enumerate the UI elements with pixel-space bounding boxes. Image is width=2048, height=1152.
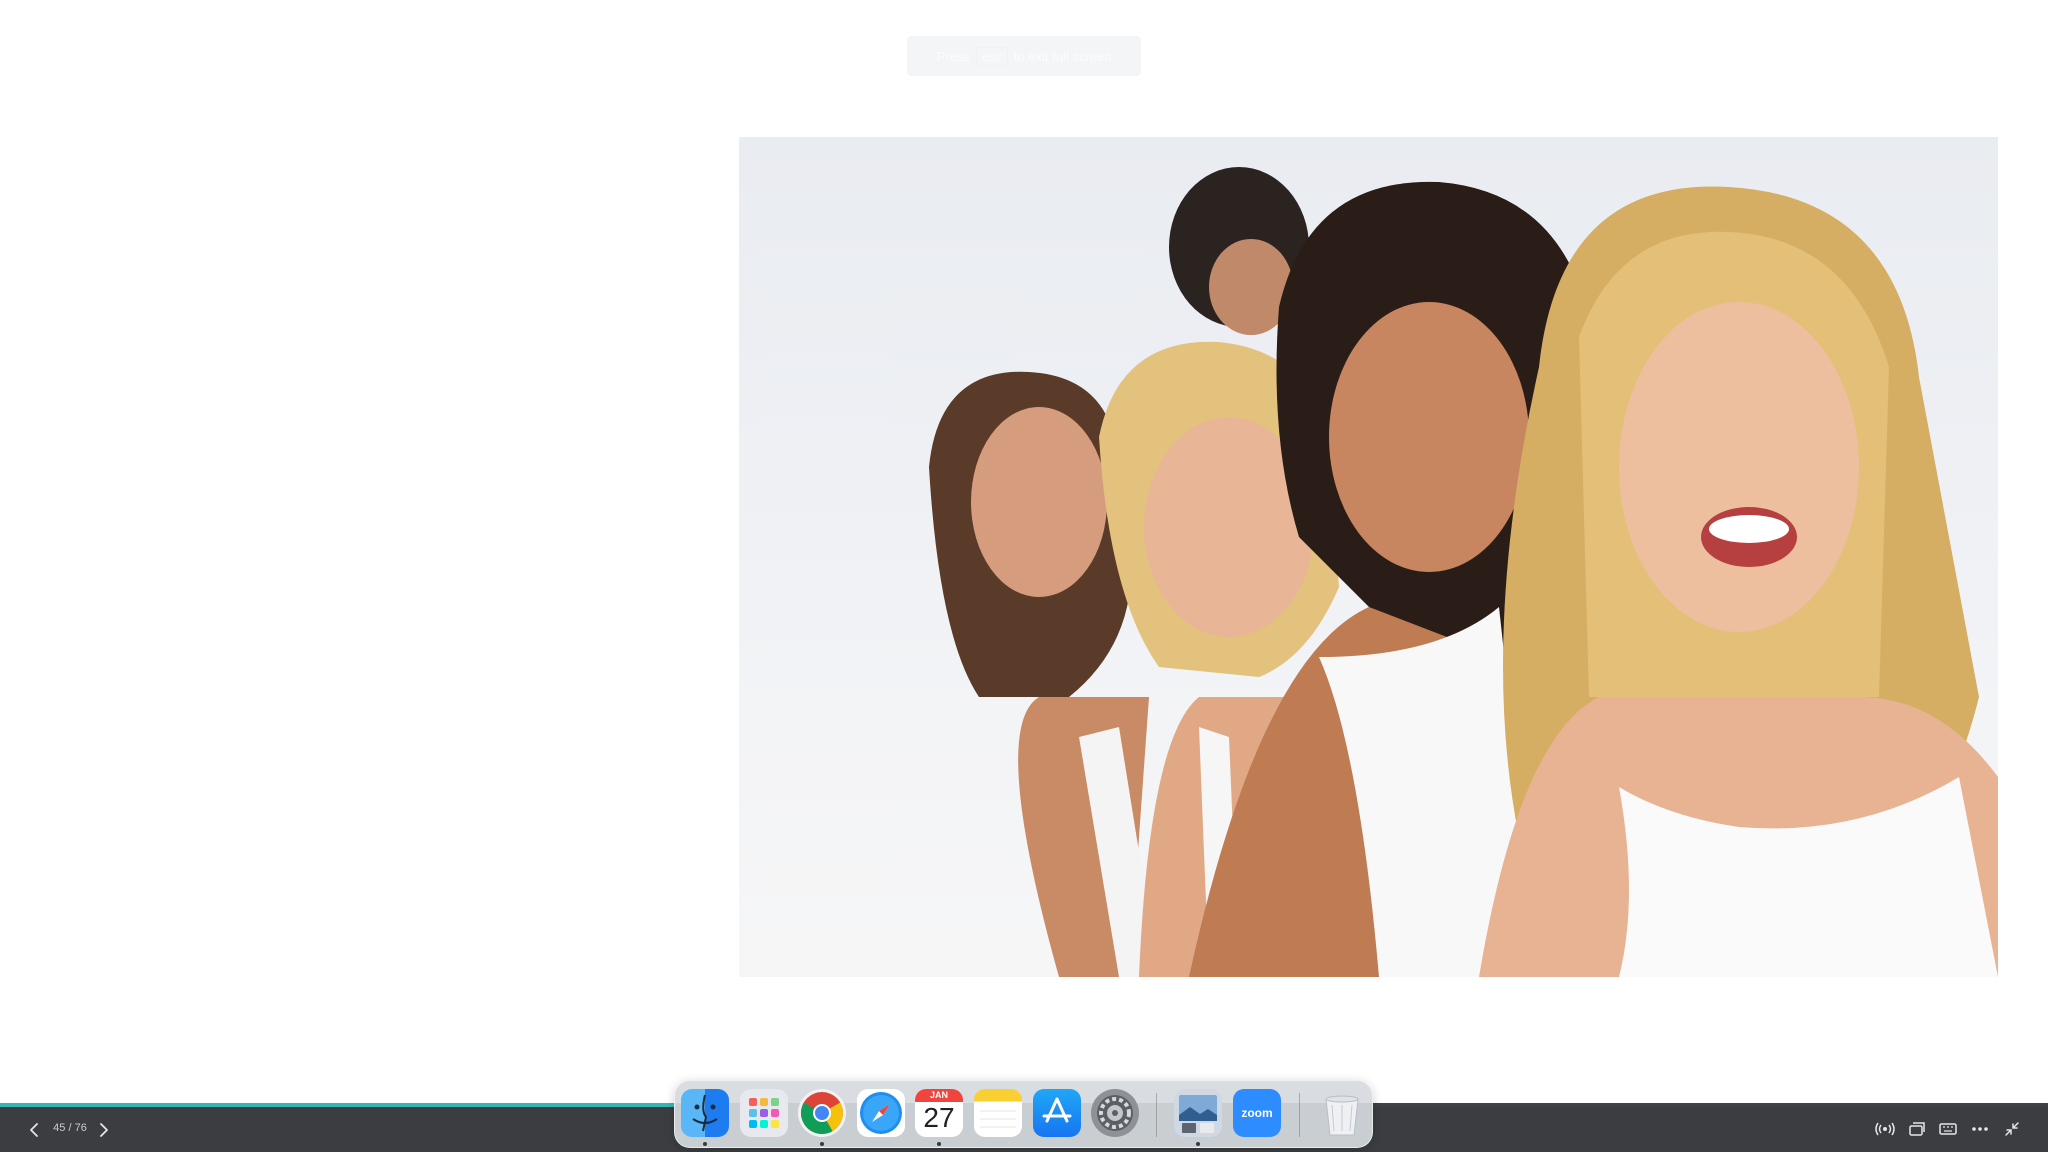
notes-icon <box>980 1110 1016 1128</box>
broadcast-icon <box>1875 1122 1895 1136</box>
dock-chrome[interactable] <box>798 1089 846 1137</box>
hint-text: Press <box>936 48 970 64</box>
zoom-label: zoom <box>1241 1106 1273 1120</box>
exit-fullscreen-icon <box>2005 1122 2019 1136</box>
fullscreen-hint: Press esc to exit full screen <box>907 36 1141 76</box>
calendar-month: JAN <box>915 1089 963 1102</box>
dock-app-store[interactable] <box>1033 1089 1081 1137</box>
windows-button[interactable] <box>1903 1116 1931 1142</box>
hint-suffix: to exit full screen <box>1013 48 1112 64</box>
more-icon <box>1972 1127 1988 1131</box>
chevron-right-icon <box>100 1123 108 1137</box>
slide-counter: 45 / 76 <box>53 1122 87 1134</box>
dock-launchpad[interactable] <box>740 1089 788 1137</box>
dock-zoom[interactable]: zoom <box>1233 1089 1281 1137</box>
finder-icon <box>692 1094 718 1132</box>
keyboard-button[interactable] <box>1934 1116 1962 1142</box>
dock-calendar[interactable]: JAN 27 <box>915 1089 963 1137</box>
dock-preview-running-dot <box>1196 1142 1200 1146</box>
keyboard-icon <box>1939 1123 1957 1135</box>
presentation-stage: Press esc to exit full screen 45 / 76 JA… <box>0 0 2048 1152</box>
launchpad-icon <box>749 1098 779 1128</box>
trash-icon <box>1325 1095 1359 1136</box>
app-store-icon <box>1042 1097 1072 1123</box>
dock-separator-trash <box>1299 1093 1300 1137</box>
calendar-day: 27 <box>923 1102 955 1133</box>
dock-separator <box>1156 1093 1157 1137</box>
dock-trash[interactable] <box>1318 1089 1366 1137</box>
slide-photo-illustration <box>929 167 1998 977</box>
preview-icon <box>1179 1095 1217 1133</box>
slide-photo <box>739 137 1998 977</box>
more-options-button[interactable] <box>1966 1116 1994 1142</box>
broadcast-button[interactable] <box>1871 1116 1899 1142</box>
exit-fullscreen-button[interactable] <box>1998 1116 2026 1142</box>
dock-notes[interactable] <box>974 1089 1022 1137</box>
dock-finder-running-dot <box>703 1142 707 1146</box>
dock-system-settings[interactable] <box>1091 1089 1139 1137</box>
dock-preview[interactable] <box>1174 1089 1222 1137</box>
gear-icon <box>1097 1095 1133 1131</box>
dock-finder[interactable] <box>681 1089 729 1137</box>
dock-calendar-running-dot <box>937 1142 941 1146</box>
previous-slide-button[interactable] <box>22 1118 46 1142</box>
safari-icon <box>860 1092 902 1134</box>
next-slide-button[interactable] <box>92 1118 116 1142</box>
dock-safari[interactable] <box>857 1089 905 1137</box>
dock-chrome-running-dot <box>820 1142 824 1146</box>
windows-icon <box>1909 1122 1925 1136</box>
chevron-left-icon <box>30 1123 38 1137</box>
hint-key: esc <box>975 46 1008 66</box>
chrome-icon <box>800 1092 844 1135</box>
